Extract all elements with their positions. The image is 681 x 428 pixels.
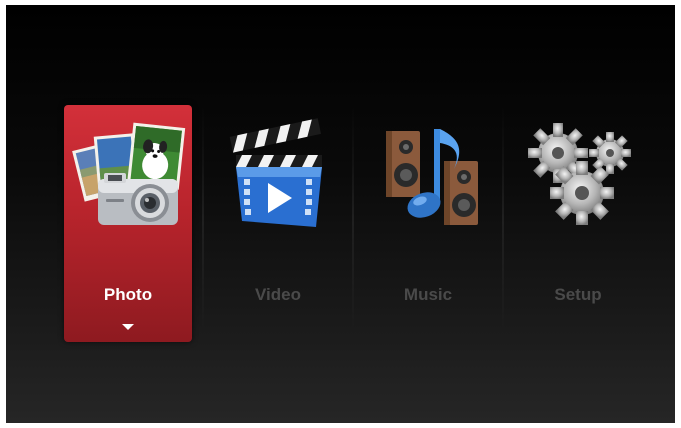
menu-divider [502,105,504,330]
menu-item-label: Music [403,285,453,304]
menu-divider [202,105,204,330]
menu-item-music[interactable]: Music [364,105,492,342]
caret-down-icon [122,324,134,330]
speakers-music-note-icon [386,129,478,225]
main-menu: Photo Video Music Setup [64,105,664,342]
menu-divider [352,105,354,330]
media-menu-screen: Photo Video Music Setup [6,5,675,423]
photo-camera-icon [72,122,186,225]
menu-item-label: Photo [103,285,153,304]
menu-item-video[interactable]: Video [214,105,342,342]
menu-item-label: Video [255,285,301,304]
menu-item-photo[interactable]: Photo [64,105,192,342]
menu-item-setup[interactable]: Setup [514,105,642,342]
menu-item-label: Setup [554,285,602,304]
gears-icon [528,123,631,225]
clapperboard-icon [229,118,322,227]
